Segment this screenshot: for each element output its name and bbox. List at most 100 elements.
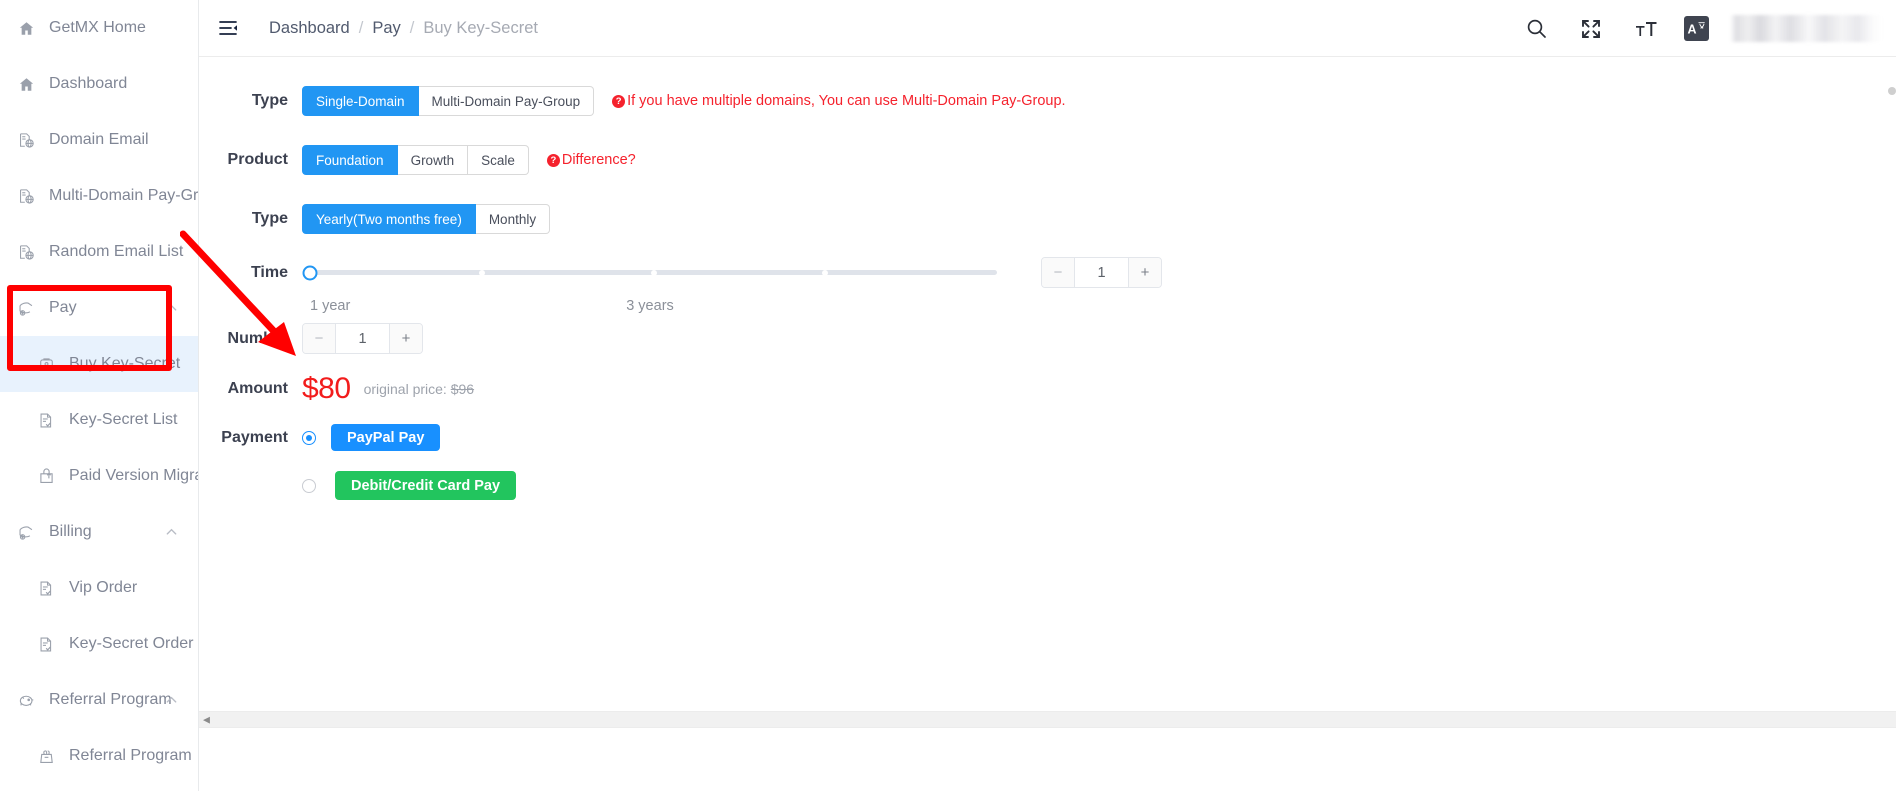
label-type-domain: Type: [251, 92, 288, 109]
sidebar-item-label: Buy Key-Secret: [69, 355, 181, 372]
sidebar-item-label: Referral Program: [69, 747, 192, 764]
globe-doc-icon: [16, 130, 36, 150]
sidebar-item-referral-program[interactable]: Referral Program: [0, 728, 198, 784]
search-icon[interactable]: [1519, 12, 1553, 46]
sidebar-item-label: Multi-Domain Pay-Group: [49, 187, 199, 204]
hint-text: Difference?: [561, 152, 636, 168]
list-doc-icon: [36, 410, 56, 430]
slider-mark-1-year[interactable]: 1 year: [310, 298, 350, 314]
globe-doc-icon: [16, 186, 36, 206]
sidebar-item-label: Pay: [49, 299, 77, 316]
svg-text:A: A: [1688, 23, 1697, 37]
slider-mark-3-years[interactable]: 3 years: [626, 298, 674, 314]
horizontal-scrollbar[interactable]: ◀: [199, 711, 1896, 728]
breadcrumb-item-pay[interactable]: Pay: [372, 19, 400, 38]
menu-fold-icon[interactable]: [216, 16, 240, 40]
debit-credit-card-pay-button[interactable]: Debit/Credit Card Pay: [335, 471, 517, 500]
time-stepper-minus[interactable]: −: [1042, 258, 1074, 287]
translate-icon[interactable]: A: [1684, 16, 1709, 41]
original-price-value: $96: [450, 381, 475, 397]
home-icon: [16, 18, 36, 38]
slider-mark: [650, 269, 657, 276]
sidebar-item-label: Key-Secret List: [69, 411, 178, 428]
sidebar: GetMX Home Dashboard Domain Email Multi-Dom…: [0, 0, 199, 791]
slider-mark: [478, 269, 485, 276]
font-size-icon[interactable]: [1629, 12, 1663, 46]
fullscreen-icon[interactable]: [1574, 12, 1608, 46]
radio-single-domain[interactable]: Single-Domain: [302, 86, 419, 116]
chevron-up-icon[interactable]: [165, 694, 178, 707]
sidebar-item-vip-order[interactable]: Vip Order: [0, 560, 198, 616]
sidebar-item-dashboard[interactable]: Dashboard: [0, 56, 198, 112]
label-time: Time: [250, 263, 288, 281]
number-stepper-plus[interactable]: +: [390, 324, 422, 353]
sidebar-item-label: Dashboard: [49, 75, 128, 92]
radio-group-type-period: Yearly(Two months free) Monthly: [302, 204, 551, 234]
radio-monthly[interactable]: Monthly: [475, 204, 551, 234]
radio-foundation[interactable]: Foundation: [302, 145, 398, 175]
slider-mark: [822, 269, 829, 276]
slider-marks: 1 year 3 years: [302, 298, 997, 316]
field-row-type-domain: Type Single-Domain Multi-Domain Pay-Grou…: [199, 86, 1066, 116]
radio-scale[interactable]: Scale: [468, 145, 529, 175]
sidebar-item-key-secret-list[interactable]: Key-Secret List: [0, 392, 198, 448]
radio-yearly[interactable]: Yearly(Two months free): [302, 204, 476, 234]
radio-multi-domain-pay-group[interactable]: Multi-Domain Pay-Group: [418, 86, 595, 116]
top-bar: Dashboard / Pay / Buy Key-Secret A: [199, 0, 1896, 57]
field-row-payment-paypal: Payment PayPal Pay: [199, 424, 441, 451]
hint-difference[interactable]: ? Difference?: [546, 152, 636, 168]
sidebar-item-referral-program[interactable]: Referral Program: [0, 672, 198, 728]
breadcrumb-item-dashboard[interactable]: Dashboard: [269, 19, 350, 38]
vertical-scrollbar-thumb[interactable]: [1888, 87, 1896, 95]
chevron-up-icon[interactable]: [165, 302, 178, 315]
breadcrumb-item-buy-key-secret: Buy Key-Secret: [423, 18, 538, 37]
time-stepper-value[interactable]: 1: [1074, 258, 1129, 287]
top-bar-actions: A: [1519, 0, 1896, 57]
piggy-icon: [16, 690, 36, 710]
sidebar-item-getmx-home[interactable]: GetMX Home: [0, 0, 198, 56]
sidebar-item-billing[interactable]: Billing: [0, 504, 198, 560]
slider-handle[interactable]: [302, 265, 318, 280]
list-doc-icon: [36, 578, 56, 598]
breadcrumb-separator: /: [409, 18, 415, 37]
number-stepper-value[interactable]: 1: [335, 324, 390, 353]
breadcrumb: Dashboard / Pay / Buy Key-Secret: [269, 19, 538, 38]
slider-track[interactable]: [310, 269, 997, 276]
user-account-area[interactable]: [1730, 15, 1882, 42]
hint-multi-domain[interactable]: ? If you have multiple domains, You can …: [612, 93, 1066, 109]
question-mark-icon: ?: [546, 153, 560, 167]
payment-radio-card[interactable]: [302, 478, 316, 493]
globe-doc-icon: [16, 242, 36, 262]
amount-price: $80: [302, 372, 351, 405]
original-price-prefix: original price:: [363, 381, 451, 397]
sidebar-item-label: Domain Email: [49, 131, 149, 148]
list-doc-icon: [36, 634, 56, 654]
sidebar-item-label: Vip Order: [69, 579, 138, 596]
sidebar-item-domain-email[interactable]: Domain Email: [0, 112, 198, 168]
sidebar-item-referred-user-list[interactable]: Referred User List: [0, 784, 198, 791]
gift-bag-icon: [36, 746, 56, 766]
sidebar-item-random-email-list[interactable]: Random Email List: [0, 224, 198, 280]
field-row-payment-card: Debit/Credit Card Pay: [199, 471, 517, 500]
label-amount: Amount: [227, 380, 288, 397]
sidebar-item-paid-version-migration[interactable]: Paid Version Migration: [0, 448, 198, 504]
main-area: Dashboard / Pay / Buy Key-Secret A Type …: [199, 0, 1896, 791]
sidebar-item-label: Key-Secret Order: [69, 635, 194, 652]
payment-radio-paypal[interactable]: [302, 430, 316, 445]
paypal-pay-button[interactable]: PayPal Pay: [331, 424, 441, 451]
sidebar-item-multi-domain-pay-group[interactable]: Multi-Domain Pay-Group: [0, 168, 198, 224]
hint-text: If you have multiple domains, You can us…: [627, 93, 1066, 109]
scroll-left-arrow[interactable]: ◀: [203, 714, 210, 725]
sidebar-item-label: Paid Version Migration: [69, 467, 198, 484]
sidebar-item-buy-key-secret[interactable]: Buy Key-Secret: [0, 336, 198, 392]
time-slider[interactable]: [302, 261, 997, 285]
time-stepper-plus[interactable]: +: [1129, 258, 1161, 287]
wallet-icon: [16, 522, 36, 542]
radio-growth[interactable]: Growth: [397, 145, 469, 175]
field-row-amount: Amount $80 original price: $96: [199, 372, 475, 405]
sidebar-item-key-secret-order[interactable]: Key-Secret Order: [0, 616, 198, 672]
question-mark-icon: ?: [612, 94, 626, 108]
chevron-up-icon[interactable]: [165, 526, 178, 539]
number-stepper-minus[interactable]: −: [303, 324, 335, 353]
sidebar-item-pay[interactable]: Pay: [0, 280, 198, 336]
